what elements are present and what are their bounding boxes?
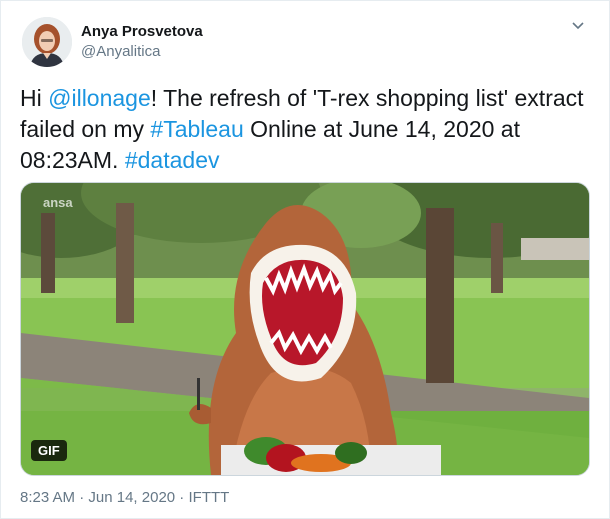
gif-scene: ansa xyxy=(21,183,589,475)
mention-link[interactable]: @illonage xyxy=(48,85,151,111)
tweet-card: Anya Prosvetova @Anyalitica Hi @illonage… xyxy=(0,0,610,519)
watermark: ansa xyxy=(43,195,73,210)
chevron-down-icon[interactable] xyxy=(569,17,587,35)
timestamp-time[interactable]: 8:23 AM xyxy=(20,489,75,506)
hashtag-datadev-link[interactable]: #datadev xyxy=(125,147,220,173)
tweet-meta: 8:23 AM · Jun 14, 2020 · IFTTT xyxy=(20,489,229,506)
tweet-text: Hi @illonage! The refresh of 'T-rex shop… xyxy=(20,83,595,176)
gif-badge: GIF xyxy=(31,440,67,461)
source-link[interactable]: IFTTT xyxy=(188,489,229,506)
author-name[interactable]: Anya Prosvetova xyxy=(81,23,203,40)
gif-media[interactable]: ansa GIF xyxy=(20,182,590,476)
tweet-text-hi: Hi xyxy=(20,85,49,111)
author-handle[interactable]: @Anyalitica xyxy=(81,43,160,60)
hashtag-tableau-link[interactable]: #Tableau xyxy=(150,116,243,142)
avatar[interactable] xyxy=(22,17,72,67)
timestamp-date[interactable]: Jun 14, 2020 xyxy=(88,489,175,506)
avatar-image xyxy=(22,17,72,67)
meta-separator: · xyxy=(75,489,89,506)
meta-separator: · xyxy=(175,489,189,506)
